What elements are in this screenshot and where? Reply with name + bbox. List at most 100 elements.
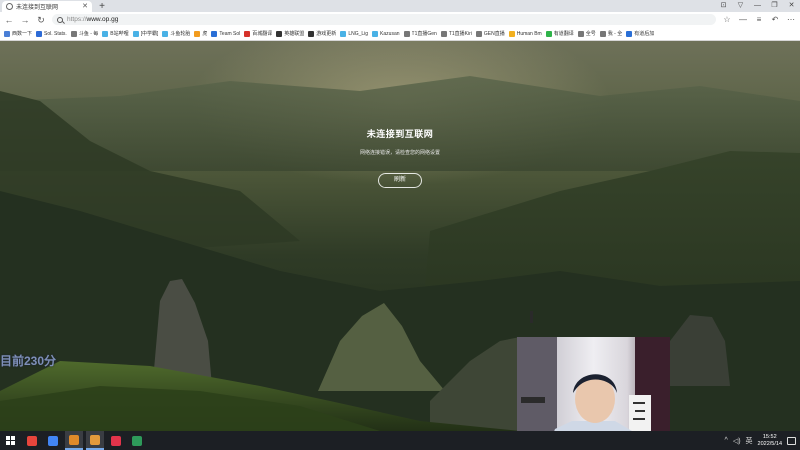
bookmark-label: 西数一下	[12, 31, 33, 37]
bookmark-item[interactable]: 英雄联盟	[276, 30, 304, 37]
green-app-icon	[132, 435, 142, 446]
tab-title: 未连接到互联网	[16, 5, 59, 11]
bookmark-label: 斗鱼 - 每	[78, 31, 99, 37]
notification-icon[interactable]	[787, 436, 796, 445]
minimize-button[interactable]: —	[749, 0, 766, 12]
maximize-button[interactable]: ❐	[766, 0, 783, 12]
taskbar: ^ ◁) 英 15:52 2022/5/14	[0, 431, 800, 450]
windows-logo-icon	[5, 436, 15, 445]
bookmark-label: 英雄联盟	[284, 31, 305, 37]
input-language-indicator[interactable]: 英	[746, 436, 753, 446]
bookmark-label: T1直播Gen	[411, 31, 437, 37]
browser-tab[interactable]: 未连接到互联网 ✕	[2, 1, 92, 12]
bookmark-favicon-icon	[545, 30, 552, 37]
bookmark-item[interactable]: 虎	[194, 30, 207, 37]
bookmark-favicon-icon	[102, 30, 109, 37]
taskbar-app-button[interactable]	[86, 431, 104, 450]
bookmark-label: 百城翻译	[252, 31, 273, 37]
bookmark-item[interactable]: Team Sol	[211, 30, 241, 37]
window-extra-icon-2[interactable]: ▽	[732, 0, 749, 12]
bookmark-item[interactable]: B站哔哩	[102, 30, 129, 37]
bookmark-item[interactable]: T1直播Gen	[403, 30, 437, 37]
bookmark-favicon-icon	[4, 30, 10, 37]
volume-icon[interactable]: ◁)	[733, 437, 741, 445]
bookmark-item[interactable]: [中学霸]	[132, 30, 158, 37]
reload-icon[interactable]: ↻	[36, 15, 46, 25]
bookmark-label: 游戏更新	[316, 31, 337, 37]
bookmark-favicon-icon	[70, 30, 77, 37]
refresh-button[interactable]: 刷新	[378, 173, 422, 188]
start-button[interactable]	[0, 431, 20, 450]
bookmark-label: 斗鱼轮胎	[170, 31, 191, 37]
offline-message: 未连接到互联网 网络连接错误，请检查您的网络设置 刷新	[300, 127, 500, 188]
close-tab-icon[interactable]: ✕	[82, 3, 88, 10]
bookmark-favicon-icon	[194, 30, 201, 37]
undo-icon[interactable]: ↶	[770, 15, 780, 25]
bookmark-label: Human Bm	[516, 30, 542, 37]
bookmark-favicon-icon	[132, 30, 139, 37]
taskbar-app-button[interactable]	[107, 431, 125, 450]
window-extra-icon[interactable]: ⊡	[715, 0, 732, 12]
bookmark-favicon-icon	[440, 30, 447, 37]
bookmark-item[interactable]: 斗鱼轮胎	[162, 30, 190, 37]
tray-chevron-icon[interactable]: ^	[725, 437, 728, 444]
bookmark-favicon-icon	[626, 30, 633, 37]
close-window-button[interactable]: ✕	[783, 0, 800, 12]
bookmark-item[interactable]: GEN直播	[475, 30, 505, 37]
bookmark-favicon-icon	[403, 30, 410, 37]
bookmark-item[interactable]: 我 - 全	[599, 30, 622, 37]
browser-toolbar: ← → ↻ https://www.op.gg ☆ — ≡ ↶ ⋯	[0, 12, 800, 27]
bookmark-label: Sol. Stats.	[44, 30, 67, 37]
clock-time: 15:52	[762, 433, 777, 440]
red-app-icon	[111, 435, 121, 446]
forward-arrow-icon[interactable]: →	[20, 15, 30, 25]
bookmark-favicon-icon	[211, 30, 218, 37]
bookmark-item[interactable]: 有道后加	[626, 30, 654, 37]
more-icon[interactable]: ⋯	[786, 15, 796, 25]
window-controls: ⊡ ▽ — ❐ ✕	[715, 0, 800, 12]
bookmark-favicon-icon	[36, 30, 43, 37]
bookmark-item[interactable]: LNG_Lig	[340, 30, 369, 37]
bookmark-favicon-icon	[276, 30, 283, 37]
bookmark-favicon-icon	[162, 30, 169, 37]
bookmark-favicon-icon	[508, 30, 515, 37]
bookmark-favicon-icon	[308, 30, 315, 37]
clock-date: 2022/5/14	[757, 440, 782, 447]
bookmark-item[interactable]: Kazusan	[372, 30, 400, 37]
bookmark-item[interactable]: 西数一下	[4, 30, 32, 37]
tab-strip: 未连接到互联网 ✕ + ⊡ ▽ — ❐ ✕	[0, 0, 800, 12]
bookmark-label: GEN直播	[483, 31, 505, 37]
address-bar[interactable]: https://www.op.gg	[52, 14, 716, 25]
offline-description: 网络连接错误，请检查您的网络设置	[359, 150, 440, 156]
bookmark-item[interactable]: 全号	[577, 30, 596, 37]
chrome-alt-icon	[48, 435, 58, 446]
bookmark-label: B站哔哩	[110, 31, 129, 37]
bookmark-label: LNG_Lig	[348, 30, 369, 37]
offline-title: 未连接到互联网	[366, 129, 434, 139]
bookmark-item[interactable]: 游戏更新	[308, 30, 336, 37]
globe-icon	[6, 3, 13, 10]
taskbar-app-button[interactable]	[128, 431, 146, 450]
new-tab-button[interactable]: +	[96, 1, 108, 12]
bookmark-item[interactable]: T1直播Kiri	[440, 30, 472, 37]
bookmark-label: Team Sol	[219, 30, 241, 37]
taskbar-clock[interactable]: 15:52 2022/5/14	[758, 434, 782, 448]
menu-icon[interactable]: ≡	[754, 15, 764, 25]
bookmark-item[interactable]: Sol. Stats.	[36, 30, 67, 37]
taskbar-app-button[interactable]	[65, 431, 83, 450]
bookmark-label: 虎	[202, 31, 208, 37]
bookmark-item[interactable]: 斗鱼 - 每	[70, 30, 99, 37]
url-scheme: https://	[67, 16, 87, 23]
star-icon[interactable]: ☆	[722, 15, 732, 25]
bookmark-item[interactable]: 有道翻译	[545, 30, 574, 37]
streaming-app-icon	[69, 434, 79, 445]
url-text: https://www.op.gg	[67, 16, 118, 23]
bookmark-item[interactable]: 百城翻译	[244, 30, 272, 37]
back-arrow-icon[interactable]: ←	[4, 15, 14, 25]
bookmark-favicon-icon	[577, 30, 584, 37]
box-app-icon	[90, 434, 100, 445]
bookmark-item[interactable]: Human Bm	[508, 30, 542, 37]
minus-icon[interactable]: —	[738, 15, 748, 25]
taskbar-app-button[interactable]	[23, 431, 41, 450]
taskbar-app-button[interactable]	[44, 431, 62, 450]
